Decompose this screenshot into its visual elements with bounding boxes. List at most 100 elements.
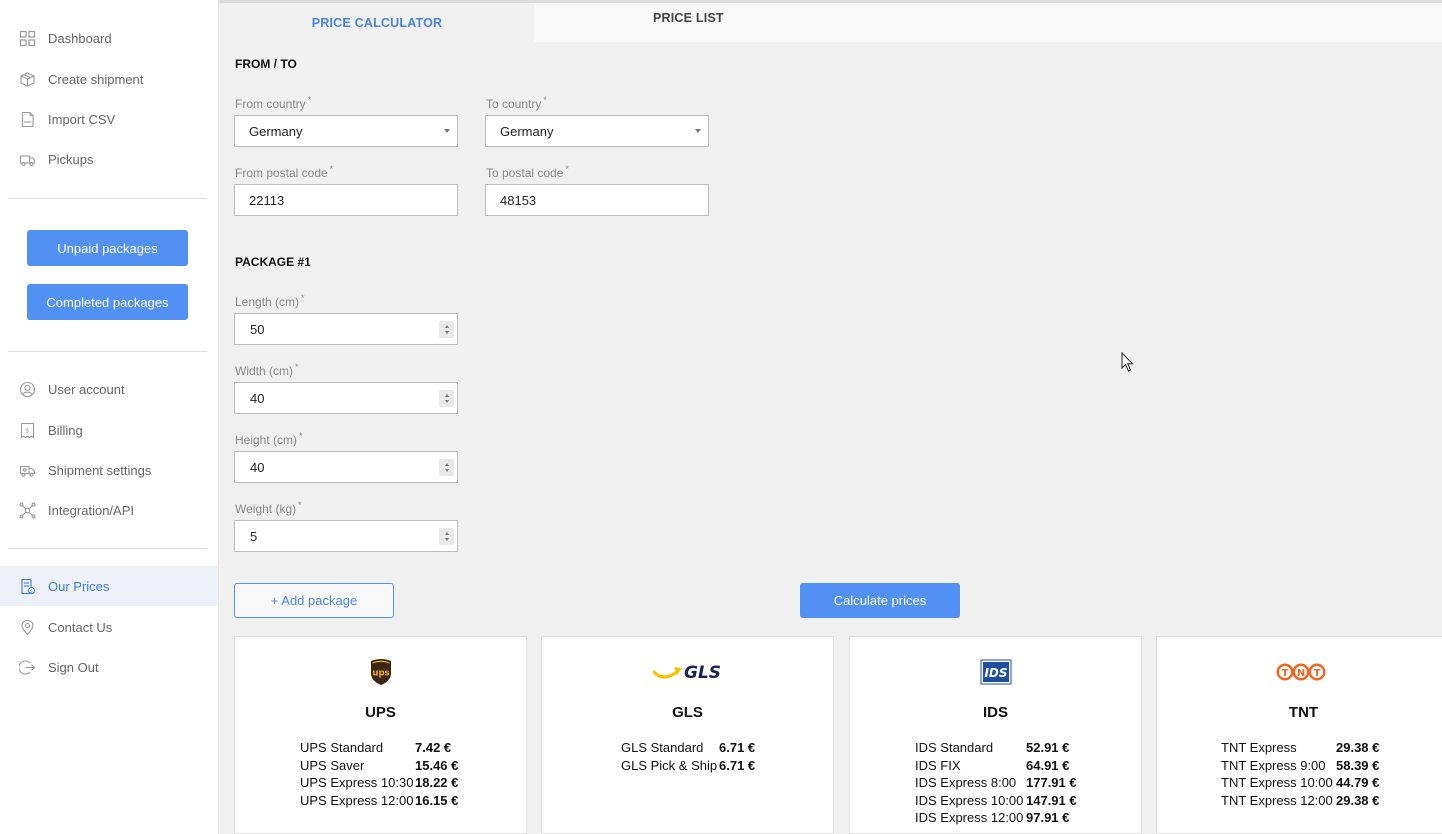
label-text: To country — [486, 97, 542, 111]
sidebar-item-dashboard[interactable]: Dashboard — [0, 18, 218, 58]
completed-packages-button[interactable]: Completed packages — [27, 284, 188, 320]
sidebar-item-shipment-settings[interactable]: Shipment settings — [0, 450, 218, 490]
to-country-label: To country * — [486, 95, 547, 111]
from-postal-label: From postal code * — [235, 164, 333, 180]
calculate-prices-button[interactable]: Calculate prices — [800, 583, 960, 618]
sidebar-item-our-prices[interactable]: $ Our Prices — [0, 566, 218, 606]
select-value: Germany — [249, 123, 303, 139]
service-price: 64.91 € — [1026, 757, 1070, 773]
from-postal-input[interactable]: 22113 — [234, 184, 458, 216]
service-name: IDS Standard — [915, 740, 994, 755]
sidebar-item-label: Our Prices — [48, 578, 110, 594]
number-stepper[interactable] — [439, 321, 454, 338]
sidebar-item-billing[interactable]: $ Billing — [0, 410, 218, 450]
ids-logo-icon: IDS — [850, 657, 1141, 687]
service-price: 147.91 € — [1026, 792, 1077, 808]
required-mark: * — [295, 362, 299, 372]
sidebar-item-sign-out[interactable]: Sign Out — [0, 647, 218, 687]
input-value: 5 — [250, 528, 258, 544]
truck-icon — [19, 151, 36, 168]
weight-input[interactable]: 5 — [234, 520, 458, 552]
tab-label: PRICE LIST — [653, 11, 724, 25]
svg-text:T: T — [1314, 668, 1321, 679]
required-mark: * — [543, 95, 547, 105]
sidebar-item-import-csv[interactable]: Import CSV — [0, 99, 218, 139]
required-mark: * — [329, 164, 334, 174]
service-price: 6.71 € — [719, 757, 756, 773]
invoice-icon: $ — [19, 422, 36, 439]
carrier-card-gls: GLS GLS GLS Standard 6.71 € GLS Pick & Sh… — [541, 636, 834, 834]
service-name: TNT Express 12:00 — [1221, 792, 1333, 808]
number-stepper[interactable] — [439, 459, 454, 476]
height-input[interactable]: 40 — [234, 451, 458, 483]
service-name: UPS Saver — [300, 757, 365, 773]
service-name: IDS Express 8:00 — [915, 775, 1017, 790]
input-value: 40 — [250, 459, 265, 475]
sidebar-item-pickups[interactable]: Pickups — [0, 139, 218, 179]
gls-logo-icon: GLS — [542, 657, 833, 687]
carrier-name: TNT — [1288, 704, 1319, 721]
network-icon — [19, 502, 36, 519]
tab-price-calculator[interactable]: PRICE CALCULATOR — [220, 3, 534, 42]
service-name: UPS Express 12:00 — [300, 792, 414, 808]
carrier-name: IDS — [982, 704, 1008, 721]
sidebar-item-label: Sign Out — [48, 659, 99, 675]
service-price: 52.91 € — [1026, 740, 1070, 755]
carrier-card-tnt: T N T TNT TNT Express 29.38 € TNT Express… — [1156, 636, 1442, 834]
service-price: 58.39 € — [1336, 757, 1380, 773]
sidebar-item-integration-api[interactable]: Integration/API — [0, 490, 218, 530]
to-postal-label: To postal code * — [486, 164, 569, 180]
service-name: GLS Pick & Ship — [621, 757, 718, 773]
input-value: 22113 — [249, 192, 285, 208]
sidebar-item-label: Dashboard — [48, 30, 112, 46]
tnt-logo-icon: T N T — [1157, 657, 1442, 687]
sidebar-item-label: Contact Us — [48, 619, 113, 635]
length-input[interactable]: 50 — [234, 313, 458, 345]
svg-text:ups: ups — [372, 669, 389, 679]
service-price: 18.22 € — [415, 775, 459, 790]
to-country-select[interactable]: Germany — [485, 115, 709, 147]
label-text: From postal code — [235, 166, 328, 180]
sidebar-item-user-account[interactable]: User account — [0, 369, 218, 409]
to-postal-input[interactable]: 48153 — [485, 184, 709, 216]
from-to-title: FROM / TO — [235, 57, 297, 71]
carrier-card-ups: ups UPS UPS Standard 7.42 € UPS Saver 15.4… — [234, 636, 527, 834]
add-package-button[interactable]: + Add package — [234, 583, 394, 618]
select-value: Germany — [500, 123, 554, 139]
from-country-select[interactable]: Germany — [234, 115, 458, 147]
input-value: 40 — [250, 390, 265, 406]
required-mark: * — [298, 500, 302, 510]
width-label: Width (cm) * — [235, 362, 299, 378]
width-input[interactable]: 40 — [234, 382, 458, 414]
svg-text:$: $ — [25, 427, 29, 434]
sidebar-divider — [8, 198, 207, 199]
sidebar-item-create-shipment[interactable]: Create shipment — [0, 59, 218, 99]
service-price: 97.91 € — [1026, 810, 1070, 825]
required-mark: * — [307, 95, 312, 105]
label-text: Length (cm) — [235, 295, 300, 309]
sidebar-item-label: Import CSV — [48, 111, 116, 127]
label-text: From country — [235, 97, 306, 111]
service-price: 7.42 € — [415, 740, 452, 755]
tab-price-list[interactable]: PRICE LIST — [534, 3, 1442, 42]
service-name: IDS Express 10:00 — [915, 792, 1024, 808]
length-label: Length (cm) * — [235, 293, 305, 309]
caret-down-icon — [695, 129, 701, 133]
csv-file-icon — [19, 111, 36, 128]
sidebar-item-label: Create shipment — [48, 71, 144, 87]
weight-label: Weight (kg) * — [235, 500, 302, 516]
svg-text:T: T — [1282, 668, 1289, 679]
price-list-icon: $ — [19, 578, 36, 595]
input-value: 50 — [250, 321, 265, 337]
number-stepper[interactable] — [439, 528, 454, 545]
unpaid-packages-button[interactable]: Unpaid packages — [27, 230, 188, 266]
label-text: Weight (kg) — [235, 502, 297, 516]
sidebar-item-contact-us[interactable]: Contact Us — [0, 607, 218, 647]
service-price: 29.38 € — [1336, 792, 1380, 808]
required-mark: * — [301, 293, 305, 303]
package-title: PACKAGE #1 — [235, 255, 311, 269]
number-stepper[interactable] — [439, 390, 454, 407]
ups-logo-icon: ups — [235, 657, 526, 687]
sidebar-item-label: Pickups — [48, 151, 94, 167]
sidebar: Dashboard Create shipment Import CSV Pic… — [0, 0, 219, 834]
